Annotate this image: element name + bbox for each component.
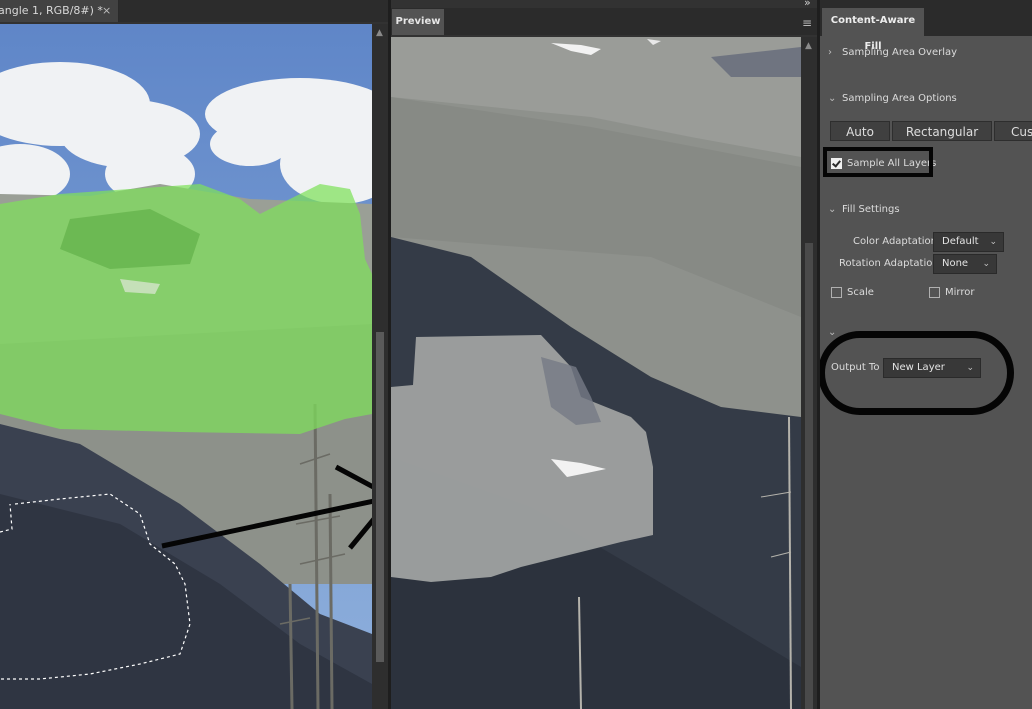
dropdown-value: None — [942, 258, 969, 269]
preview-vertical-scrollbar[interactable]: ▲ — [801, 37, 817, 709]
scale-label: Scale — [847, 287, 874, 298]
scale-checkbox[interactable]: Scale — [831, 286, 874, 300]
scroll-thumb[interactable] — [376, 332, 384, 662]
close-icon[interactable]: × — [102, 0, 111, 22]
chevron-down-icon: ⌄ — [828, 204, 837, 215]
color-adaptation-label: Color Adaptation — [853, 236, 937, 247]
preview-tabbar — [391, 8, 817, 35]
section-label: Sampling Area Overlay — [842, 47, 958, 58]
annotation-circle — [820, 331, 1014, 415]
preview-canvas[interactable] — [391, 37, 801, 709]
collapse-panels-icon[interactable]: » — [804, 0, 811, 9]
tab-preview[interactable]: Preview — [392, 9, 444, 35]
section-label: Sampling Area Options — [842, 93, 957, 104]
section-sampling-area-options[interactable]: ⌄ Sampling Area Options — [828, 91, 957, 107]
content-aware-fill-panel: Content-Aware Fill › Sampling Area Overla… — [820, 0, 1032, 709]
rotation-adaptation-label: Rotation Adaptation — [839, 258, 939, 269]
sampling-mode-auto[interactable]: Auto — [830, 121, 890, 141]
document-tab[interactable]: angle 1, RGB/8#) * × — [0, 0, 119, 22]
document-tabbar — [119, 0, 388, 22]
hamburger-menu-icon[interactable]: ≡ — [802, 16, 812, 30]
preview-image — [391, 37, 801, 709]
color-adaptation-dropdown[interactable]: Default ⌄ — [933, 232, 1004, 252]
document-vertical-scrollbar[interactable]: ▲ — [372, 24, 388, 709]
document-canvas[interactable] — [0, 24, 372, 709]
scroll-thumb[interactable] — [805, 243, 813, 709]
tab-content-aware-fill[interactable]: Content-Aware Fill — [822, 8, 924, 52]
document-tab-title: angle 1, RGB/8#) * — [0, 4, 103, 17]
sampling-mode-rectangular[interactable]: Rectangular — [892, 121, 992, 141]
dropdown-value: Default — [942, 236, 979, 247]
chevron-down-icon: ⌄ — [982, 259, 990, 269]
scroll-up-icon[interactable]: ▲ — [376, 28, 383, 38]
sampling-mode-custom[interactable]: Cust — [994, 121, 1032, 141]
scroll-up-icon[interactable]: ▲ — [805, 41, 812, 51]
section-fill-settings[interactable]: ⌄ Fill Settings — [828, 202, 900, 218]
rotation-adaptation-dropdown[interactable]: None ⌄ — [933, 254, 997, 274]
mirror-label: Mirror — [945, 287, 975, 298]
annotation-highlight-box — [823, 147, 933, 177]
landscape-image — [0, 24, 372, 709]
checkbox-unchecked-icon[interactable] — [831, 286, 842, 298]
mirror-checkbox[interactable]: Mirror — [929, 286, 974, 300]
section-sampling-area-overlay[interactable]: › Sampling Area Overlay — [828, 45, 957, 61]
checkbox-unchecked-icon[interactable] — [929, 286, 940, 298]
chevron-down-icon: ⌄ — [989, 237, 997, 247]
sampling-mode-segmented-control: Auto Rectangular Cust — [830, 121, 1032, 141]
chevron-right-icon: › — [828, 47, 832, 58]
chevron-down-icon: ⌄ — [828, 93, 837, 104]
section-label: Fill Settings — [842, 204, 900, 215]
